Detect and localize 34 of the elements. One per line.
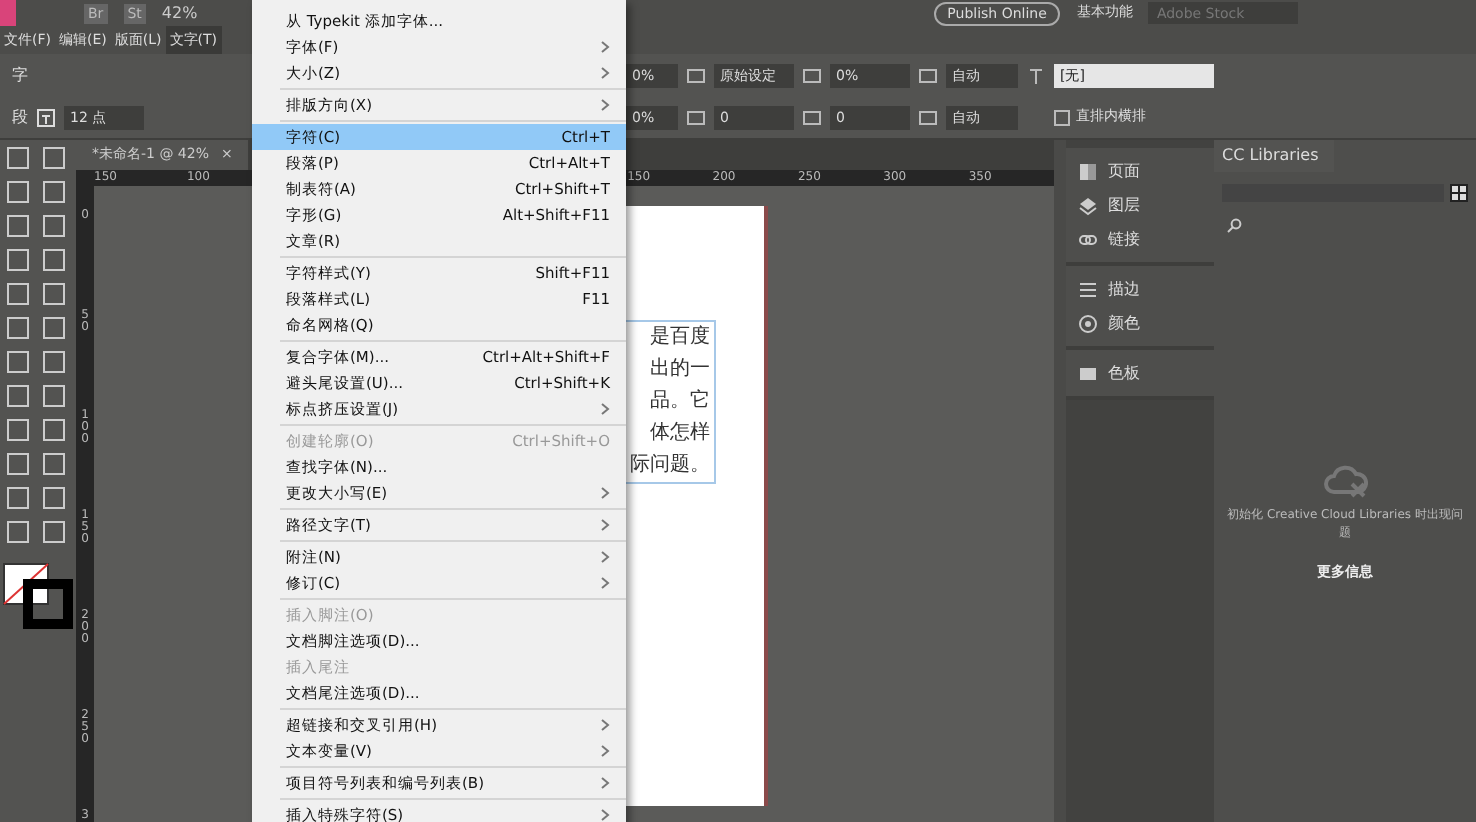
panel-label[interactable]: 描边: [1108, 277, 1140, 301]
panel-item[interactable]: 链接: [1066, 222, 1214, 256]
search-icon: [1226, 217, 1242, 234]
links-icon: [1078, 229, 1098, 249]
text-line: 出的一: [650, 355, 710, 384]
panel-label[interactable]: 页面: [1108, 159, 1140, 183]
text-line: 是百度: [650, 323, 710, 352]
text-line: 品。它: [650, 387, 710, 416]
cloud-error-icon: [1323, 462, 1367, 498]
color-icon: [1078, 313, 1098, 333]
paragraph-mode-label[interactable]: 段: [12, 105, 28, 129]
checkbox[interactable]: [1054, 109, 1070, 125]
panel-label[interactable]: 颜色: [1108, 311, 1140, 335]
font-size-icon: [36, 107, 56, 127]
grid-view-icon[interactable]: [1450, 184, 1468, 202]
style-icon: [1026, 65, 1046, 85]
layers-icon: [1078, 195, 1098, 215]
app-logo-icon: [0, 0, 16, 26]
panel-tab[interactable]: CC Libraries: [1214, 140, 1334, 172]
zoom-level[interactable]: 42%: [161, 1, 198, 25]
panel-item[interactable]: 图层: [1066, 188, 1214, 222]
panel-label[interactable]: 链接: [1108, 227, 1140, 251]
panel-label[interactable]: 图层: [1108, 193, 1140, 217]
panel-item[interactable]: 页面: [1066, 154, 1214, 188]
panel-item[interactable]: 颜色: [1066, 306, 1214, 340]
text-line: 体怎样: [650, 419, 710, 448]
panel-label[interactable]: 色板: [1108, 361, 1140, 385]
pages-icon: [1078, 161, 1098, 181]
panel-item[interactable]: 描边: [1066, 272, 1214, 306]
character-mode-label[interactable]: 字: [12, 63, 28, 87]
stroke-icon: [1078, 279, 1098, 299]
swatches-icon: [1078, 363, 1098, 383]
scroll-bar[interactable]: [1054, 140, 1066, 822]
text-line: 际问题。: [630, 452, 710, 480]
